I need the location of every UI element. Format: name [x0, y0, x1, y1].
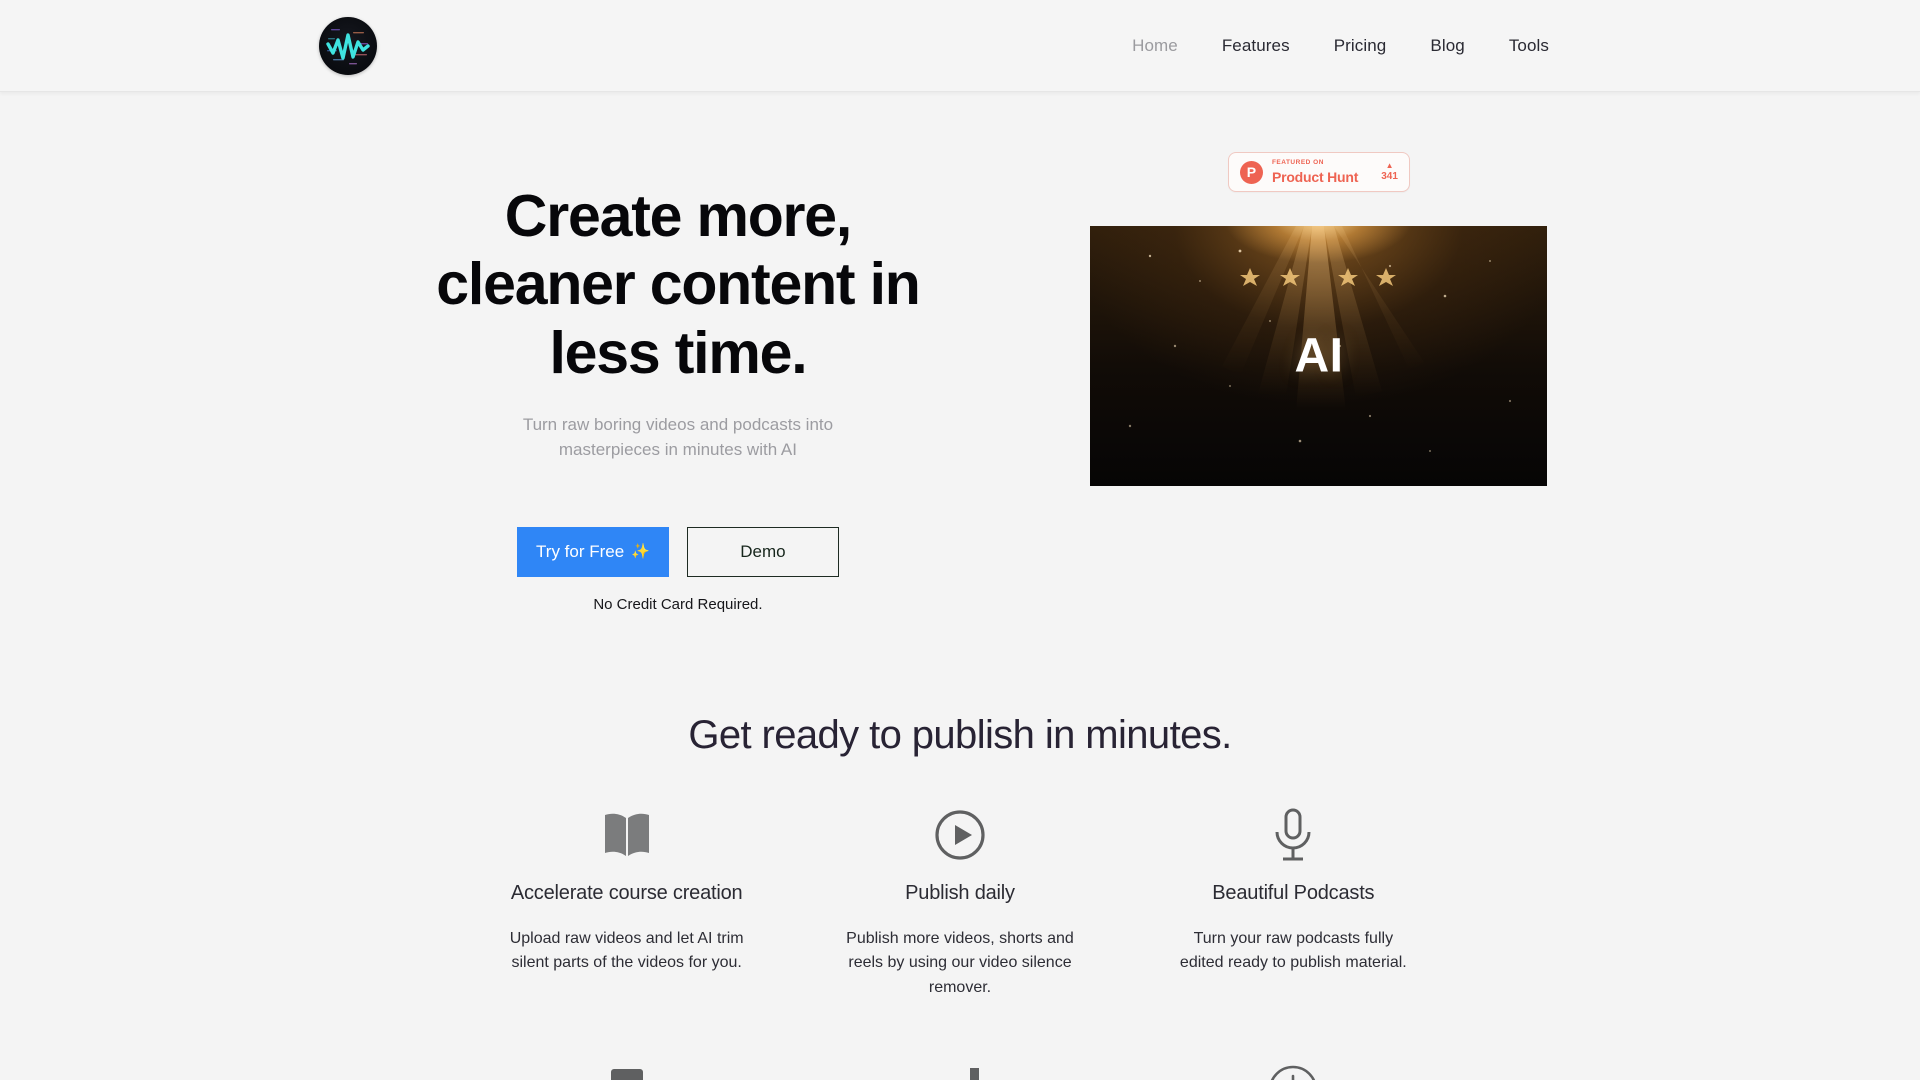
product-hunt-text: FEATURED ON Product Hunt	[1272, 160, 1372, 184]
hero-copy: Create more, cleaner content in less tim…	[319, 152, 1037, 613]
product-hunt-votes: ▲ 341	[1381, 162, 1398, 182]
demo-button[interactable]: Demo	[686, 526, 839, 577]
feature-card: Publish daily Publish more videos, short…	[793, 804, 1126, 1001]
features-section: Get ready to publish in minutes. Acceler…	[0, 713, 1920, 1080]
hero-subtitle: Turn raw boring videos and podcasts into…	[522, 415, 834, 459]
nav-item-blog[interactable]: Blog	[1430, 36, 1464, 56]
hero-video-overlay-text: AI	[1294, 329, 1344, 383]
header-inner: Home Features Pricing Blog Tools	[295, 16, 1625, 75]
microphone-icon	[1270, 804, 1316, 866]
product-hunt-icon: P	[1239, 160, 1263, 184]
product-hunt-vote-count: 341	[1381, 171, 1398, 182]
feature-card: More creation, less editing	[793, 1059, 1126, 1080]
hero-headline-line2: cleaner content in	[436, 251, 921, 318]
hero-media-column: P FEATURED ON Product Hunt ▲ 341 AI	[1037, 152, 1601, 486]
waveform-logo-icon	[319, 16, 377, 75]
sparkles-icon: ✨	[631, 543, 650, 561]
brand-logo-link[interactable]	[319, 16, 377, 75]
nav-item-pricing[interactable]: Pricing	[1334, 36, 1387, 56]
play-circle-icon	[932, 804, 988, 866]
site-header: Home Features Pricing Blog Tools	[0, 0, 1920, 92]
feature-description: Turn your raw podcasts fully edited read…	[1179, 929, 1407, 972]
main-navigation: Home Features Pricing Blog Tools	[1132, 36, 1549, 56]
feature-description: Upload raw videos and let AI trim silent…	[509, 929, 744, 972]
feature-card: Accelerate course creation Upload raw vi…	[460, 804, 793, 1001]
hero-inner: Create more, cleaner content in less tim…	[295, 152, 1625, 613]
feature-card: Beautiful Podcasts Turn your raw podcast…	[1127, 804, 1460, 1001]
features-grid: Accelerate course creation Upload raw vi…	[460, 804, 1460, 1080]
bar-chart-icon	[934, 1059, 986, 1080]
hero-cta-group: Try for Free ✨ Demo	[319, 526, 1037, 577]
product-hunt-featured-label: FEATURED ON	[1271, 159, 1324, 167]
clock-icon	[1265, 1059, 1321, 1080]
feature-card: Kick the complexities	[1127, 1059, 1460, 1080]
nav-item-tools[interactable]: Tools	[1509, 36, 1549, 56]
hero-headline-line3: less time.	[549, 319, 807, 386]
feature-title: Publish daily	[905, 881, 1015, 904]
feature-title: Beautiful Podcasts	[1212, 881, 1375, 904]
hero-video-preview[interactable]: AI	[1090, 226, 1548, 486]
hero-section: Create more, cleaner content in less tim…	[0, 92, 1920, 613]
no-credit-card-note: No Credit Card Required.	[593, 595, 763, 613]
feature-description: Publish more videos, shorts and reels by…	[846, 929, 1074, 997]
features-heading: Get ready to publish in minutes.	[688, 712, 1232, 757]
nav-item-home[interactable]: Home	[1132, 36, 1178, 56]
nav-item-features[interactable]: Features	[1222, 36, 1290, 56]
hero-headline-line1: Create more,	[504, 183, 853, 249]
open-book-icon	[599, 804, 655, 866]
feature-title: Accelerate course creation	[510, 881, 743, 904]
product-hunt-badge[interactable]: P FEATURED ON Product Hunt ▲ 341	[1227, 152, 1410, 192]
upvote-caret-icon: ▲	[1385, 161, 1394, 170]
product-hunt-name: Product Hunt	[1271, 168, 1359, 185]
hero-headline: Create more, cleaner content in less tim…	[388, 182, 968, 387]
feature-card: Crisp Product Demos	[460, 1059, 793, 1080]
credit-card-icon	[602, 1059, 652, 1080]
try-for-free-label: Try for Free	[536, 541, 625, 561]
try-for-free-button[interactable]: Try for Free ✨	[516, 526, 669, 577]
